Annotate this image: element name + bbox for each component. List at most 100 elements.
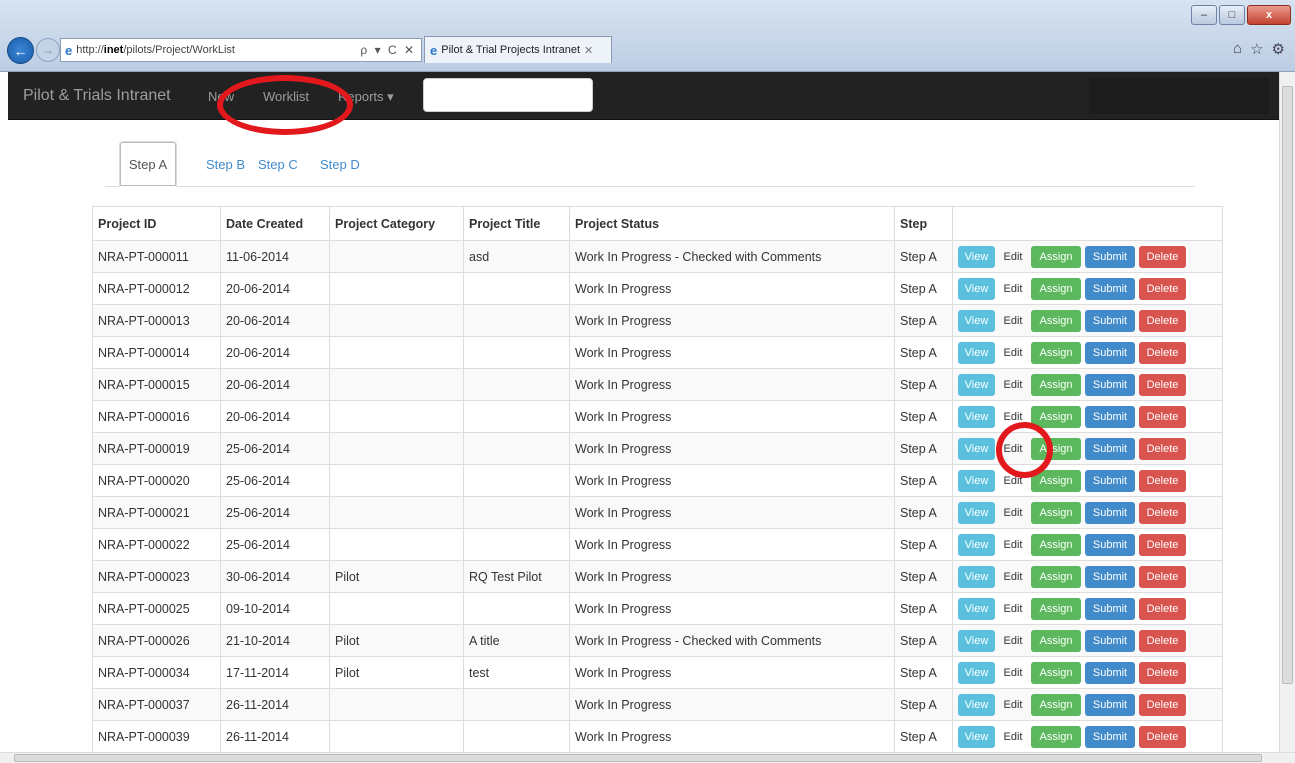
nav-reports-dropdown[interactable]: Reports ▾ <box>338 89 394 105</box>
edit-link[interactable]: Edit <box>999 342 1027 364</box>
maximize-button[interactable]: □ <box>1219 5 1245 25</box>
delete-button[interactable]: Delete <box>1139 469 1186 492</box>
submit-button[interactable]: Submit <box>1085 533 1135 556</box>
view-button[interactable]: View <box>958 341 995 364</box>
assign-button[interactable]: Assign <box>1031 405 1081 428</box>
tab-step-a[interactable]: Step A <box>119 141 177 187</box>
assign-button[interactable]: Assign <box>1031 533 1081 556</box>
submit-button[interactable]: Submit <box>1085 373 1135 396</box>
delete-button[interactable]: Delete <box>1139 661 1186 684</box>
vertical-scrollbar[interactable] <box>1279 72 1295 752</box>
view-button[interactable]: View <box>958 533 995 556</box>
assign-button[interactable]: Assign <box>1031 341 1081 364</box>
assign-button[interactable]: Assign <box>1031 277 1081 300</box>
delete-button[interactable]: Delete <box>1139 245 1186 268</box>
address-bar[interactable]: e http://inet/pilots/Project/WorkList ρ … <box>60 38 422 62</box>
assign-button[interactable]: Assign <box>1031 501 1081 524</box>
submit-button[interactable]: Submit <box>1085 469 1135 492</box>
edit-link[interactable]: Edit <box>999 694 1027 716</box>
edit-link[interactable]: Edit <box>999 406 1027 428</box>
close-window-button[interactable]: x <box>1247 5 1291 25</box>
gear-icon[interactable]: ⚙ <box>1272 40 1285 58</box>
edit-link[interactable]: Edit <box>999 534 1027 556</box>
browser-tab[interactable]: e Pilot & Trial Projects Intranet ✕ <box>424 36 612 63</box>
assign-button[interactable]: Assign <box>1031 629 1081 652</box>
edit-link[interactable]: Edit <box>999 598 1027 620</box>
assign-button[interactable]: Assign <box>1031 597 1081 620</box>
assign-button[interactable]: Assign <box>1031 437 1081 460</box>
view-button[interactable]: View <box>958 661 995 684</box>
forward-button[interactable]: → <box>36 38 60 62</box>
submit-button[interactable]: Submit <box>1085 341 1135 364</box>
edit-link[interactable]: Edit <box>999 566 1027 588</box>
edit-link[interactable]: Edit <box>999 470 1027 492</box>
home-icon[interactable]: ⌂ <box>1233 40 1242 58</box>
delete-button[interactable]: Delete <box>1139 565 1186 588</box>
delete-button[interactable]: Delete <box>1139 501 1186 524</box>
delete-button[interactable]: Delete <box>1139 597 1186 620</box>
assign-button[interactable]: Assign <box>1031 373 1081 396</box>
nav-worklist[interactable]: Worklist <box>263 89 309 104</box>
favorites-star-icon[interactable]: ☆ <box>1250 40 1263 58</box>
view-button[interactable]: View <box>958 309 995 332</box>
submit-button[interactable]: Submit <box>1085 277 1135 300</box>
view-button[interactable]: View <box>958 437 995 460</box>
edit-link[interactable]: Edit <box>999 502 1027 524</box>
assign-button[interactable]: Assign <box>1031 725 1081 748</box>
edit-link[interactable]: Edit <box>999 726 1027 748</box>
edit-link[interactable]: Edit <box>999 246 1027 268</box>
navbar-search-input[interactable] <box>423 78 593 112</box>
view-button[interactable]: View <box>958 693 995 716</box>
horizontal-scroll-thumb[interactable] <box>14 754 1262 762</box>
view-button[interactable]: View <box>958 725 995 748</box>
edit-link[interactable]: Edit <box>999 310 1027 332</box>
submit-button[interactable]: Submit <box>1085 597 1135 620</box>
delete-button[interactable]: Delete <box>1139 309 1186 332</box>
submit-button[interactable]: Submit <box>1085 629 1135 652</box>
submit-button[interactable]: Submit <box>1085 725 1135 748</box>
view-button[interactable]: View <box>958 405 995 428</box>
delete-button[interactable]: Delete <box>1139 629 1186 652</box>
delete-button[interactable]: Delete <box>1139 373 1186 396</box>
edit-link[interactable]: Edit <box>999 630 1027 652</box>
view-button[interactable]: View <box>958 245 995 268</box>
delete-button[interactable]: Delete <box>1139 437 1186 460</box>
view-button[interactable]: View <box>958 277 995 300</box>
minimize-button[interactable]: – <box>1191 5 1217 25</box>
assign-button[interactable]: Assign <box>1031 565 1081 588</box>
horizontal-scrollbar[interactable] <box>0 752 1295 763</box>
tab-step-d[interactable]: Step D <box>320 141 360 187</box>
assign-button[interactable]: Assign <box>1031 245 1081 268</box>
view-button[interactable]: View <box>958 629 995 652</box>
delete-button[interactable]: Delete <box>1139 405 1186 428</box>
submit-button[interactable]: Submit <box>1085 405 1135 428</box>
nav-new[interactable]: New <box>208 89 234 104</box>
tab-step-b[interactable]: Step B <box>206 141 245 187</box>
delete-button[interactable]: Delete <box>1139 277 1186 300</box>
tab-close-icon[interactable]: ✕ <box>584 44 593 57</box>
edit-link[interactable]: Edit <box>999 278 1027 300</box>
delete-button[interactable]: Delete <box>1139 693 1186 716</box>
delete-button[interactable]: Delete <box>1139 533 1186 556</box>
url-text[interactable]: http://inet/pilots/Project/WorkList <box>76 44 235 56</box>
assign-button[interactable]: Assign <box>1031 693 1081 716</box>
back-button[interactable]: ← <box>7 37 34 64</box>
submit-button[interactable]: Submit <box>1085 309 1135 332</box>
delete-button[interactable]: Delete <box>1139 725 1186 748</box>
view-button[interactable]: View <box>958 597 995 620</box>
assign-button[interactable]: Assign <box>1031 469 1081 492</box>
edit-link[interactable]: Edit <box>999 374 1027 396</box>
edit-link[interactable]: Edit <box>999 438 1027 460</box>
address-controls[interactable]: ρ ▾ C ✕ <box>360 43 416 57</box>
submit-button[interactable]: Submit <box>1085 501 1135 524</box>
brand-link[interactable]: Pilot & Trials Intranet <box>23 87 171 105</box>
view-button[interactable]: View <box>958 373 995 396</box>
submit-button[interactable]: Submit <box>1085 437 1135 460</box>
vertical-scroll-thumb[interactable] <box>1282 86 1293 684</box>
delete-button[interactable]: Delete <box>1139 341 1186 364</box>
tab-step-c[interactable]: Step C <box>258 141 298 187</box>
view-button[interactable]: View <box>958 501 995 524</box>
edit-link[interactable]: Edit <box>999 662 1027 684</box>
view-button[interactable]: View <box>958 565 995 588</box>
view-button[interactable]: View <box>958 469 995 492</box>
